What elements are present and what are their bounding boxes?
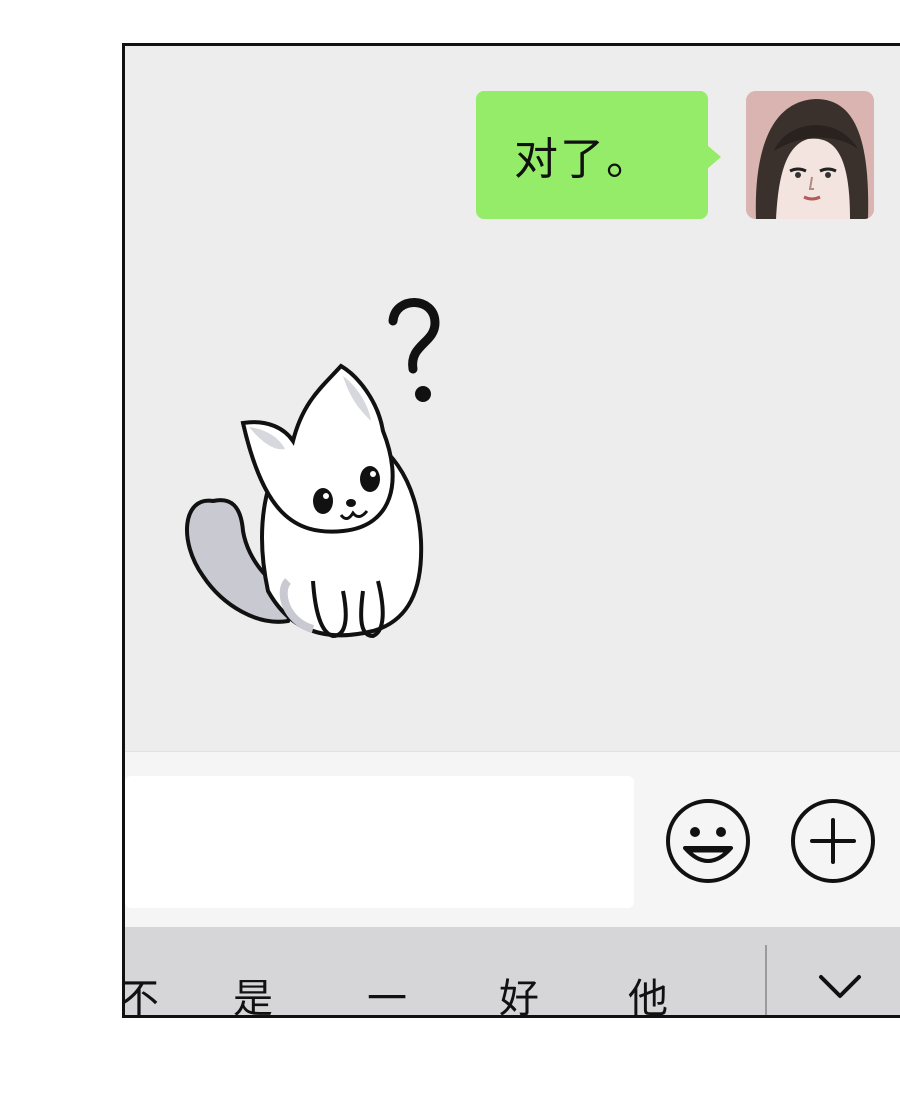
plus-circle-icon[interactable]: [788, 796, 878, 886]
candidate-word[interactable]: 是: [233, 979, 273, 1015]
candidate-word[interactable]: 他: [628, 979, 668, 1015]
candidate-word[interactable]: 一: [367, 979, 407, 1015]
message-bubble-sent[interactable]: 对了。: [476, 91, 708, 219]
candidate-word[interactable]: 不: [125, 979, 159, 1015]
smiley-face-icon[interactable]: [663, 796, 753, 886]
candidate-word[interactable]: 好: [499, 979, 539, 1015]
keyboard-divider: [765, 945, 767, 1015]
user-avatar[interactable]: [746, 91, 874, 219]
chat-window: 对了。 不 是 一 好 他: [122, 43, 900, 1018]
cat-sticker-image: [185, 298, 440, 639]
chevron-down-icon[interactable]: [805, 963, 875, 1013]
message-text: 对了。: [514, 134, 652, 185]
message-list[interactable]: 对了。: [125, 46, 900, 751]
bubble-tail: [707, 145, 721, 169]
input-bar: [125, 751, 900, 928]
confused-cat-sticker[interactable]: [173, 291, 463, 651]
woman-avatar-icon: [746, 91, 874, 219]
keyboard-candidate-bar: 不 是 一 好 他: [125, 927, 900, 1015]
message-input[interactable]: [125, 776, 634, 908]
